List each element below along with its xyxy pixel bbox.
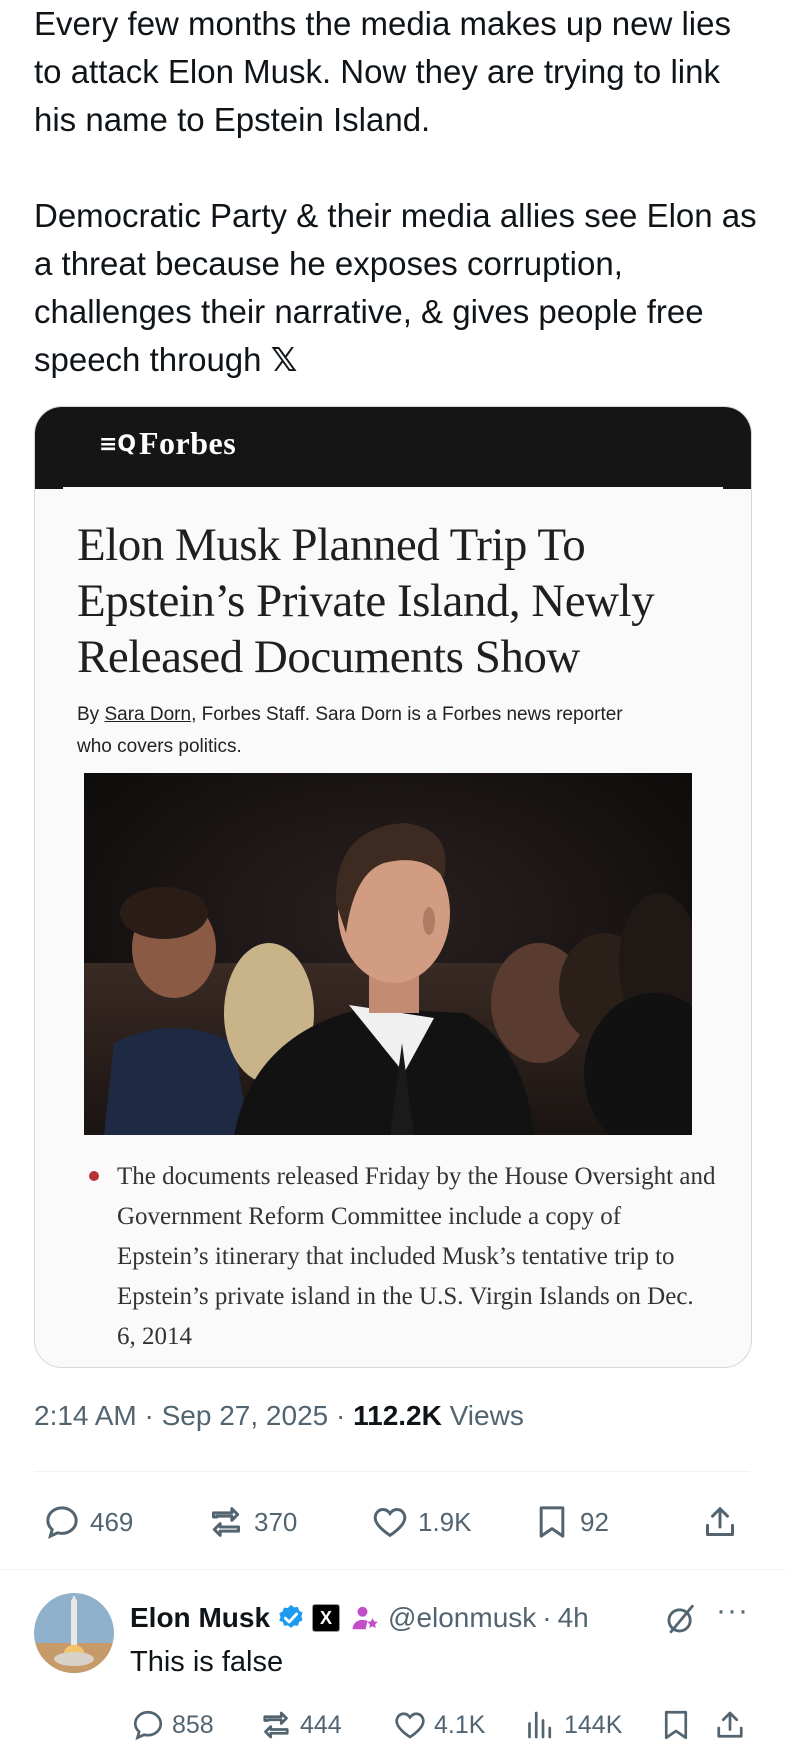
views-label: Views: [449, 1400, 524, 1431]
meta-separator: ·: [336, 1400, 346, 1431]
x-logo-icon: 𝕏: [270, 340, 298, 379]
header-rule: [63, 487, 723, 489]
repost-icon: [212, 1507, 240, 1537]
reply-action-bar: 858 444 4.1K 144K: [130, 1703, 760, 1747]
bookmark-icon: [664, 1710, 688, 1740]
post-text: Every few months the media makes up new …: [34, 0, 764, 384]
repost-count: 370: [254, 1506, 298, 1537]
repost-icon: [263, 1711, 289, 1739]
reply-button[interactable]: 469: [42, 1497, 133, 1547]
article-byline: By Sara Dorn, Forbes Staff. Sara Dorn is…: [77, 699, 637, 763]
share-button[interactable]: [700, 1497, 748, 1547]
reply-text: This is false: [130, 1646, 284, 1678]
post-paragraph-1: Every few months the media makes up new …: [34, 5, 731, 138]
bookmark-icon: [539, 1506, 565, 1538]
like-button[interactable]: 1.9K: [370, 1497, 472, 1547]
article-headline: Elon Musk Planned Trip To Epstein’s Priv…: [77, 519, 655, 683]
post-paragraph-2-text: Democratic Party & their media allies se…: [34, 197, 757, 378]
article-summary: The documents released Friday by the Hou…: [117, 1163, 716, 1350]
bookmark-button[interactable]: [658, 1703, 700, 1747]
reply-count: 858: [172, 1710, 214, 1739]
link-preview-card[interactable]: ≡Q Forbes Elon Musk Planned Trip To Epst…: [34, 406, 752, 1368]
affiliate-x-badge-icon: X: [312, 1604, 341, 1632]
like-count: 4.1K: [434, 1710, 486, 1739]
menu-search-icon: ≡Q: [99, 432, 137, 457]
reply-icon: [133, 1710, 163, 1741]
repost-button[interactable]: 444: [258, 1703, 342, 1747]
share-button[interactable]: [712, 1703, 754, 1747]
post-paragraph-2: Democratic Party & their media allies se…: [34, 192, 764, 384]
reply-author-name[interactable]: Elon Musk: [130, 1602, 270, 1634]
verified-badge-icon: [279, 1604, 303, 1628]
post-time[interactable]: 2:14 AM: [34, 1400, 137, 1431]
heart-icon: [395, 1712, 425, 1739]
meta-separator: ·: [144, 1400, 154, 1431]
bullet-dot: [89, 1171, 99, 1181]
news-photo: [84, 773, 692, 1135]
like-button[interactable]: 4.1K: [392, 1703, 485, 1747]
header-separator: ·: [542, 1602, 552, 1633]
forbes-header: ≡Q Forbes: [35, 407, 751, 489]
byline-prefix: By: [77, 704, 100, 725]
divider: [0, 1569, 786, 1570]
news-photo-illustration: [84, 773, 692, 1135]
heart-icon: [373, 1507, 407, 1538]
divider: [34, 1471, 750, 1472]
forbes-logo: Forbes: [139, 425, 237, 461]
bookmark-button[interactable]: 92: [532, 1497, 609, 1547]
reply-header: Elon Musk X @elonmusk · 4h: [130, 1598, 589, 1638]
view-count: 112.2K: [353, 1400, 442, 1431]
person-star-icon: [352, 1606, 378, 1630]
avatar[interactable]: [34, 1593, 114, 1673]
post-meta: 2:14 AM · Sep 27, 2025 · 112.2K Views: [34, 1400, 524, 1432]
repost-count: 444: [300, 1710, 342, 1739]
share-icon: [706, 1507, 734, 1536]
post-action-bar: 469 370 1.9K 92: [34, 1497, 750, 1547]
reply-age[interactable]: 4h: [558, 1602, 589, 1634]
view-count: 144K: [564, 1710, 623, 1739]
like-count: 1.9K: [418, 1506, 472, 1537]
views-button[interactable]: 144K: [522, 1703, 622, 1747]
reply-button[interactable]: 858: [130, 1703, 214, 1747]
author-link: Sara Dorn: [104, 704, 192, 725]
grok-icon[interactable]: [664, 1602, 698, 1636]
reply-count: 469: [90, 1506, 134, 1537]
reply-handle[interactable]: @elonmusk: [388, 1602, 536, 1634]
share-icon: [717, 1711, 743, 1738]
more-options-button[interactable]: ···: [716, 1594, 749, 1628]
repost-button[interactable]: 370: [206, 1497, 297, 1547]
rocket-launch-avatar-icon: [34, 1593, 114, 1673]
reply-post[interactable]: Elon Musk X @elonmusk · 4h ··· This is f…: [0, 1580, 786, 1757]
analytics-icon: [528, 1711, 552, 1739]
bookmark-count: 92: [580, 1506, 609, 1537]
post-date[interactable]: Sep 27, 2025: [162, 1400, 329, 1431]
reply-icon: [46, 1506, 78, 1539]
